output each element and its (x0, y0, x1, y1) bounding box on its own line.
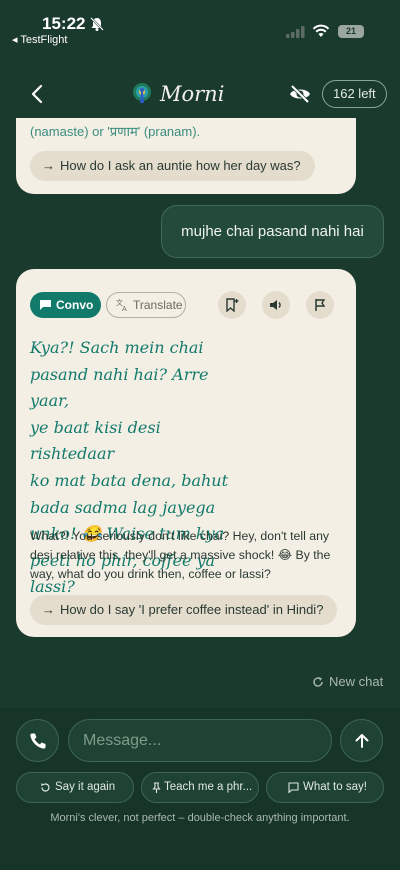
suggestion-chip[interactable]: → How do I ask an auntie how her day was… (30, 151, 315, 181)
teach-me-phrase-button[interactable]: Teach me a phr... (141, 772, 259, 803)
arrow-right-icon: → (42, 158, 55, 173)
convo-label: Convo (56, 298, 94, 312)
composer-area: Say it again Teach me a phr... What to s… (0, 708, 400, 870)
send-button[interactable] (340, 719, 383, 762)
back-to-testflight-link[interactable]: ◂ TestFlight (12, 33, 67, 46)
report-button[interactable] (306, 291, 334, 319)
user-message: mujhe chai pasand nahi hai (161, 205, 384, 258)
arrow-right-icon: → (42, 602, 55, 617)
refresh-icon (313, 676, 323, 687)
suggestion-label: How do I say 'I prefer coffee instead' i… (60, 602, 324, 617)
translate-mode-button[interactable]: 文 A Translate (106, 292, 186, 318)
messages-left-badge: 162 left (322, 80, 387, 108)
quick-action-label: What to say! (303, 781, 367, 793)
signal-icon (286, 26, 305, 38)
phone-icon (30, 733, 46, 749)
pin-icon (152, 782, 161, 793)
convo-mode-button[interactable]: Convo (30, 292, 101, 318)
message-square-icon (288, 782, 299, 793)
previous-message-text: (namaste) or 'प्रणाम' (pranam). (30, 124, 201, 139)
suggestion-label: How do I ask an auntie how her day was? (60, 158, 301, 173)
chat-bubble-icon (40, 300, 51, 310)
hindi-line: bada sadma lag jayega (30, 497, 216, 517)
arrow-up-icon (355, 734, 369, 748)
peacock-icon (133, 83, 151, 103)
speak-button[interactable] (262, 291, 290, 319)
english-translation-text: What?! You seriously don't like chai? He… (30, 529, 331, 581)
hindi-line: pasand nahi hai? Arre yaar, (30, 364, 209, 411)
speaker-icon (270, 300, 281, 310)
ai-reply-message: Convo 文 A Translate Kya?! Sach mein chai… (16, 269, 356, 637)
bell-mute-icon (90, 17, 104, 31)
disclaimer-text: Morni's clever, not perfect – double-che… (50, 812, 350, 824)
back-chevron-icon[interactable] (26, 82, 50, 106)
new-chat-label: New chat (329, 674, 384, 689)
suggestion-chip[interactable]: → How do I say 'I prefer coffee instead'… (30, 595, 338, 625)
previous-ai-message: (namaste) or 'प्रणाम' (pranam). → How do… (16, 118, 356, 194)
hindi-line: ko mat bata dena, bahut (30, 470, 229, 490)
hindi-line: ye baat kisi desi rishtedaar (30, 417, 161, 464)
quick-action-label: Say it again (55, 781, 116, 793)
translate-icon: 文 A (116, 298, 127, 311)
eye-off-icon[interactable] (288, 82, 312, 106)
message-input[interactable] (68, 719, 332, 762)
quick-action-label: Teach me a phr... (164, 781, 253, 793)
what-to-say-button[interactable]: What to say! (266, 772, 384, 803)
wifi-icon (312, 24, 330, 37)
app-title: Morni (160, 82, 225, 106)
voice-call-button[interactable] (16, 719, 59, 762)
status-bar: 15:22 ◂ TestFlight 21 (0, 0, 400, 48)
flag-icon (315, 299, 326, 311)
bookmark-add-icon (226, 298, 239, 312)
app-header: Morni 162 left (0, 70, 400, 118)
replay-icon (41, 783, 50, 792)
status-time: 15:22 (42, 14, 86, 33)
hindi-line: Kya?! Sach mein chai (30, 338, 204, 357)
battery-indicator: 21 (338, 25, 364, 38)
app-title-group: Morni (130, 80, 224, 108)
say-it-again-button[interactable]: Say it again (16, 772, 134, 803)
svg-text:A: A (122, 305, 127, 311)
new-chat-button[interactable]: New chat (312, 674, 383, 689)
translate-label: Translate (133, 298, 183, 312)
save-phrase-button[interactable] (218, 291, 246, 319)
